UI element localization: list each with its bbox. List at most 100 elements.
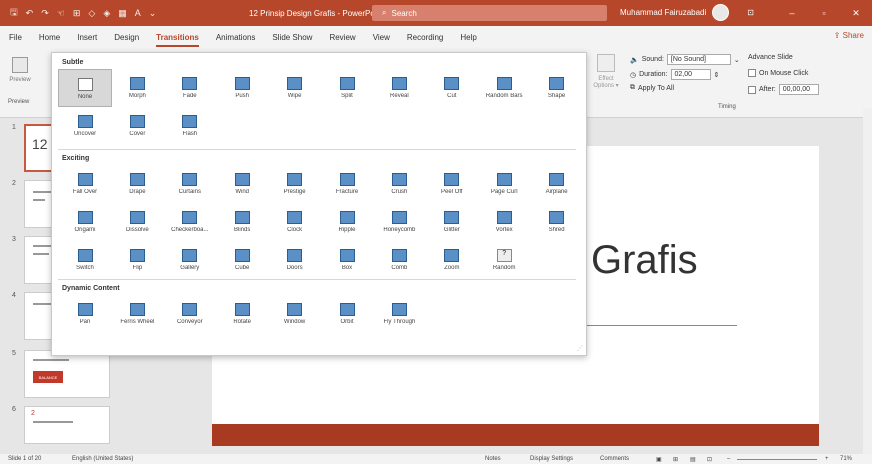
transition-switch[interactable]: Switch bbox=[58, 241, 112, 279]
reading-view-icon[interactable]: ▤ bbox=[690, 456, 696, 463]
transition-shape[interactable]: Shape bbox=[530, 69, 584, 107]
transition-glitter[interactable]: Glitter bbox=[425, 203, 479, 241]
transition-airplane[interactable]: Airplane bbox=[530, 165, 584, 203]
transition-vortex[interactable]: Vortex bbox=[477, 203, 531, 241]
after-stepper[interactable]: 00,00,00 bbox=[778, 84, 819, 95]
transition-cover[interactable]: Cover bbox=[110, 107, 164, 145]
language-indicator[interactable]: English (United States) bbox=[72, 456, 133, 462]
transition-fly-through[interactable]: Fly Through bbox=[372, 295, 426, 333]
transition-flash[interactable]: Flash bbox=[163, 107, 217, 145]
present-icon[interactable]: ⊞ bbox=[73, 8, 81, 19]
transition-curtains[interactable]: Curtains bbox=[163, 165, 217, 203]
transition-box[interactable]: Box bbox=[320, 241, 374, 279]
share-button[interactable]: ⇪ Share bbox=[834, 31, 864, 40]
zoom-level[interactable]: 71% bbox=[840, 456, 852, 462]
undo-icon[interactable]: ↶ bbox=[26, 8, 34, 19]
transition-random[interactable]: ? Random bbox=[477, 241, 531, 279]
tab-transitions[interactable]: Transitions bbox=[156, 33, 199, 47]
notes-button[interactable]: Notes bbox=[485, 456, 501, 462]
transition-drape[interactable]: Drape bbox=[110, 165, 164, 203]
transition-none[interactable]: None bbox=[58, 69, 112, 107]
tab-slide-show[interactable]: Slide Show bbox=[272, 33, 312, 42]
editor-scrollbar[interactable] bbox=[863, 108, 872, 454]
zoom-out-button[interactable]: – bbox=[727, 456, 730, 462]
normal-view-icon[interactable]: ▣ bbox=[656, 456, 662, 463]
checkbox-checked-icon[interactable] bbox=[748, 69, 756, 77]
tab-recording[interactable]: Recording bbox=[407, 33, 443, 42]
tab-help[interactable]: Help bbox=[460, 33, 476, 42]
customize-icon[interactable]: ⌄ bbox=[149, 8, 157, 19]
transition-ferris-wheel[interactable]: Ferris Wheel bbox=[110, 295, 164, 333]
redo-icon[interactable]: ↷ bbox=[41, 8, 49, 19]
on-mouse-click-checkbox[interactable]: On Mouse Click bbox=[748, 69, 808, 77]
transition-page-curl[interactable]: Page Curl bbox=[477, 165, 531, 203]
transition-blinds[interactable]: Blinds bbox=[215, 203, 269, 241]
transition-rotate[interactable]: Rotate bbox=[215, 295, 269, 333]
zoom-slider[interactable] bbox=[737, 459, 817, 460]
comments-button[interactable]: Comments bbox=[600, 456, 629, 462]
after-checkbox[interactable] bbox=[748, 85, 756, 94]
transition-checkerboa[interactable]: Checkerboa... bbox=[163, 203, 217, 241]
display-settings-button[interactable]: Display Settings bbox=[530, 456, 573, 462]
transition-cut[interactable]: Cut bbox=[425, 69, 479, 107]
table-icon[interactable]: ▦ bbox=[118, 8, 127, 19]
tab-view[interactable]: View bbox=[373, 33, 390, 42]
transition-ripple[interactable]: Ripple bbox=[320, 203, 374, 241]
zoom-in-button[interactable]: + bbox=[825, 456, 829, 462]
tab-animations[interactable]: Animations bbox=[216, 33, 256, 42]
slide-sorter-icon[interactable]: ⊞ bbox=[673, 456, 678, 463]
tab-insert[interactable]: Insert bbox=[77, 33, 97, 42]
user-account[interactable]: Muhammad Fairuzabadi ⊡ bbox=[620, 4, 754, 21]
transition-clock[interactable]: Clock bbox=[268, 203, 322, 241]
transition-prestige[interactable]: Prestige bbox=[268, 165, 322, 203]
format-icon[interactable]: ◈ bbox=[103, 8, 110, 19]
minimize-button[interactable]: – bbox=[776, 0, 808, 26]
ribbon-display-icon[interactable]: ⊡ bbox=[747, 8, 754, 17]
tab-design[interactable]: Design bbox=[114, 33, 139, 42]
transition-pan[interactable]: Pan bbox=[58, 295, 112, 333]
resize-grip-icon[interactable]: ⋰ bbox=[577, 345, 583, 352]
transition-zoom[interactable]: Zoom bbox=[425, 241, 479, 279]
sound-dropdown[interactable]: [No Sound] bbox=[666, 54, 731, 65]
search-box[interactable]: ⌕ Search bbox=[372, 5, 607, 21]
slideshow-icon[interactable]: ⊡ bbox=[707, 456, 712, 463]
transition-fracture[interactable]: Fracture bbox=[320, 165, 374, 203]
transition-shred[interactable]: Shred bbox=[530, 203, 584, 241]
transition-comb[interactable]: Comb bbox=[372, 241, 426, 279]
transition-peel-off[interactable]: Peel Off bbox=[425, 165, 479, 203]
avatar[interactable] bbox=[712, 4, 730, 21]
transition-wipe[interactable]: Wipe bbox=[268, 69, 322, 107]
touch-mode-icon[interactable]: ☜ bbox=[57, 8, 65, 19]
effect-options-button[interactable]: Effect Options ▾ bbox=[590, 54, 622, 89]
chevron-down-icon[interactable]: ⌄ bbox=[734, 56, 740, 64]
transition-fade[interactable]: Fade bbox=[163, 69, 217, 107]
transition-gallery[interactable]: Gallery bbox=[163, 241, 217, 279]
transition-origami[interactable]: Origami bbox=[58, 203, 112, 241]
transition-reveal[interactable]: Reveal bbox=[372, 69, 426, 107]
transition-flip[interactable]: Flip bbox=[110, 241, 164, 279]
slide-thumbnail-6[interactable]: 2 bbox=[24, 406, 110, 444]
transition-wind[interactable]: Wind bbox=[215, 165, 269, 203]
transition-uncover[interactable]: Uncover bbox=[58, 107, 112, 145]
transition-push[interactable]: Push bbox=[215, 69, 269, 107]
restore-button[interactable]: ▫ bbox=[808, 0, 840, 26]
transition-doors[interactable]: Doors bbox=[268, 241, 322, 279]
duration-stepper[interactable]: 02,00 bbox=[670, 69, 711, 80]
close-button[interactable]: ✕ bbox=[840, 0, 872, 26]
transition-split[interactable]: Split bbox=[320, 69, 374, 107]
transition-conveyor[interactable]: Conveyor bbox=[163, 295, 217, 333]
font-color-icon[interactable]: A bbox=[135, 8, 141, 18]
transition-random-bars[interactable]: Random Bars bbox=[477, 69, 531, 107]
shape-icon[interactable]: ◇ bbox=[88, 8, 95, 19]
transition-window[interactable]: Window bbox=[268, 295, 322, 333]
spinner-icon[interactable]: ⇕ bbox=[714, 71, 720, 79]
slide-title-text[interactable]: Grafis bbox=[591, 238, 698, 283]
transition-fall-over[interactable]: Fall Over bbox=[58, 165, 112, 203]
transition-honeycomb[interactable]: Honeycomb bbox=[372, 203, 426, 241]
preview-button[interactable]: Preview bbox=[8, 54, 32, 83]
tab-home[interactable]: Home bbox=[39, 33, 60, 42]
transition-dissolve[interactable]: Dissolve bbox=[110, 203, 164, 241]
transition-cube[interactable]: Cube bbox=[215, 241, 269, 279]
apply-all-button[interactable]: ⧉ Apply To All bbox=[630, 84, 674, 92]
transition-crush[interactable]: Crush bbox=[372, 165, 426, 203]
